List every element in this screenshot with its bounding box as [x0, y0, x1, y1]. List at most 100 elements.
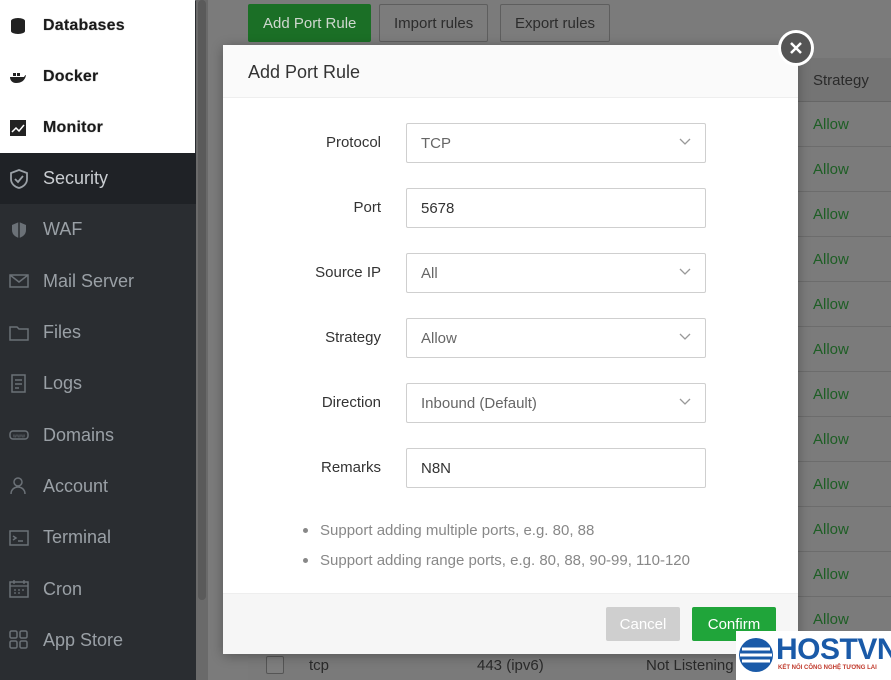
- row-status: Not Listening: [646, 657, 734, 674]
- strategy-cell: Allow: [798, 102, 891, 147]
- strategy-cell: Allow: [798, 417, 891, 462]
- strategy-select[interactable]: Allow: [406, 318, 706, 358]
- strategy-cell-value: Allow: [813, 521, 849, 538]
- row-protocol: tcp: [309, 657, 330, 674]
- sidebar-curve: [164, 0, 196, 153]
- row-checkbox[interactable]: [266, 656, 284, 674]
- protocol-value: TCP: [421, 135, 451, 152]
- sidebar-item-files[interactable]: Files: [0, 307, 196, 358]
- sidebar-item-mail-server[interactable]: Mail Server: [0, 256, 196, 307]
- port-label: Port: [353, 199, 381, 216]
- strategy-cell-value: Allow: [813, 611, 849, 628]
- docker-icon: [10, 72, 26, 83]
- direction-select[interactable]: Inbound (Default): [406, 383, 706, 423]
- sidebar-item-app-store[interactable]: App Store: [0, 615, 196, 666]
- sidebar-item-domains[interactable]: www Domains: [0, 409, 196, 460]
- sidebar-item-label: Cron: [43, 578, 83, 599]
- strategy-cell-value: Allow: [813, 431, 849, 448]
- sidebar-item-label: Mail Server: [43, 270, 135, 291]
- chevron-down-icon: [679, 398, 691, 405]
- row-port: 443 (ipv6): [477, 657, 544, 674]
- import-rules-button[interactable]: Import rules: [379, 4, 489, 42]
- tip-item: Support adding multiple ports, e.g. 80, …: [303, 515, 690, 545]
- chevron-down-icon: [679, 268, 691, 275]
- chevron-down-icon: [679, 333, 691, 340]
- sidebar-top-section: Databases Docker Monitor: [0, 0, 165, 153]
- sidebar-item-label: WAF: [43, 219, 83, 240]
- form-row-port: Port 5678: [223, 188, 798, 228]
- direction-value: Inbound (Default): [421, 395, 537, 412]
- sidebar-item-databases[interactable]: Databases: [0, 0, 165, 51]
- strategy-label: Strategy: [325, 329, 381, 346]
- sidebar: Databases Docker Monitor Security WAF Ma…: [0, 0, 196, 680]
- strategy-cell: Allow: [798, 282, 891, 327]
- monitor-icon: [10, 119, 26, 136]
- sidebar-item-logs[interactable]: Logs: [0, 358, 196, 409]
- account-icon: [10, 477, 26, 495]
- terminal-icon: [9, 529, 29, 546]
- strategy-cell: Allow: [798, 327, 891, 372]
- watermark-tagline: KẾT NỐI CÔNG NGHỆ TƯƠNG LAI: [778, 665, 877, 671]
- sidebar-scrollbar-thumb[interactable]: [198, 0, 206, 600]
- strategy-cell-value: Allow: [813, 251, 849, 268]
- export-rules-button[interactable]: Export rules: [500, 4, 611, 42]
- remarks-input[interactable]: N8N: [406, 448, 706, 488]
- remarks-value: N8N: [421, 460, 452, 477]
- sidebar-item-label: App Store: [43, 629, 124, 650]
- strategy-cell-value: Allow: [813, 341, 849, 358]
- protocol-label: Protocol: [325, 134, 381, 151]
- strategy-cell: Allow: [798, 192, 891, 237]
- sidebar-item-monitor[interactable]: Monitor: [0, 102, 165, 153]
- strategy-cell: Allow: [798, 237, 891, 282]
- strategy-cell: Allow: [798, 552, 891, 597]
- sidebar-item-account[interactable]: Account: [0, 461, 196, 512]
- dialog-header: Add Port Rule: [223, 45, 798, 98]
- sidebar-item-label: Logs: [43, 373, 83, 394]
- hostvn-logo-icon: [739, 638, 773, 672]
- watermark-brand: HOSTVN: [776, 633, 891, 666]
- sidebar-item-label: Domains: [43, 424, 115, 445]
- direction-label: Direction: [321, 394, 381, 411]
- form-row-remarks: Remarks N8N: [223, 448, 798, 488]
- sidebar-item-security[interactable]: Security: [0, 153, 196, 205]
- hostvn-watermark: HOSTVN KẾT NỐI CÔNG NGHỆ TƯƠNG LAI: [736, 631, 891, 680]
- chevron-down-icon: [679, 138, 691, 145]
- tip-item: Support adding range ports, e.g. 80, 88,…: [303, 545, 690, 575]
- strategy-cell-value: Allow: [813, 296, 849, 313]
- strategy-value: Allow: [421, 330, 457, 347]
- strategy-cell: Allow: [798, 507, 891, 552]
- sidebar-item-label: Files: [43, 322, 82, 343]
- source-ip-label: Source IP: [315, 264, 381, 281]
- domains-icon: www: [9, 430, 29, 440]
- mail-icon: [9, 274, 29, 288]
- sidebar-item-label: Databases: [43, 16, 125, 34]
- sidebar-item-label: Monitor: [43, 118, 104, 136]
- database-icon: [11, 17, 25, 34]
- sidebar-nav: Security WAF Mail Server Files Logs www …: [0, 153, 196, 666]
- strategy-cell-value: Allow: [813, 206, 849, 223]
- close-dialog-button[interactable]: [778, 30, 814, 66]
- port-value: 5678: [421, 200, 455, 217]
- sidebar-item-terminal[interactable]: Terminal: [0, 512, 196, 563]
- strategy-cell-value: Allow: [813, 161, 849, 178]
- table-header-strategy: Strategy: [798, 58, 891, 102]
- dialog-footer: Cancel Confirm: [223, 593, 798, 654]
- app-store-icon: [9, 630, 28, 650]
- port-input[interactable]: 5678: [406, 188, 706, 228]
- sidebar-item-waf[interactable]: WAF: [0, 204, 196, 255]
- close-icon: [790, 42, 802, 54]
- cancel-button[interactable]: Cancel: [606, 607, 680, 641]
- sidebar-item-docker[interactable]: Docker: [0, 51, 165, 102]
- shield-icon: [10, 168, 28, 189]
- strategy-cell-value: Allow: [813, 566, 849, 583]
- form-row-direction: Direction Inbound (Default): [223, 383, 798, 423]
- add-port-rule-button[interactable]: Add Port Rule: [248, 4, 372, 42]
- sidebar-item-cron[interactable]: Cron: [0, 563, 196, 614]
- form-row-protocol: Protocol TCP: [223, 123, 798, 163]
- protocol-select[interactable]: TCP: [406, 123, 706, 163]
- sidebar-item-label: Security: [43, 168, 109, 189]
- source-ip-select[interactable]: All: [406, 253, 706, 293]
- sidebar-item-label: Docker: [43, 67, 99, 85]
- dialog-title: Add Port Rule: [248, 62, 361, 82]
- column-header-strategy: Strategy: [813, 72, 869, 89]
